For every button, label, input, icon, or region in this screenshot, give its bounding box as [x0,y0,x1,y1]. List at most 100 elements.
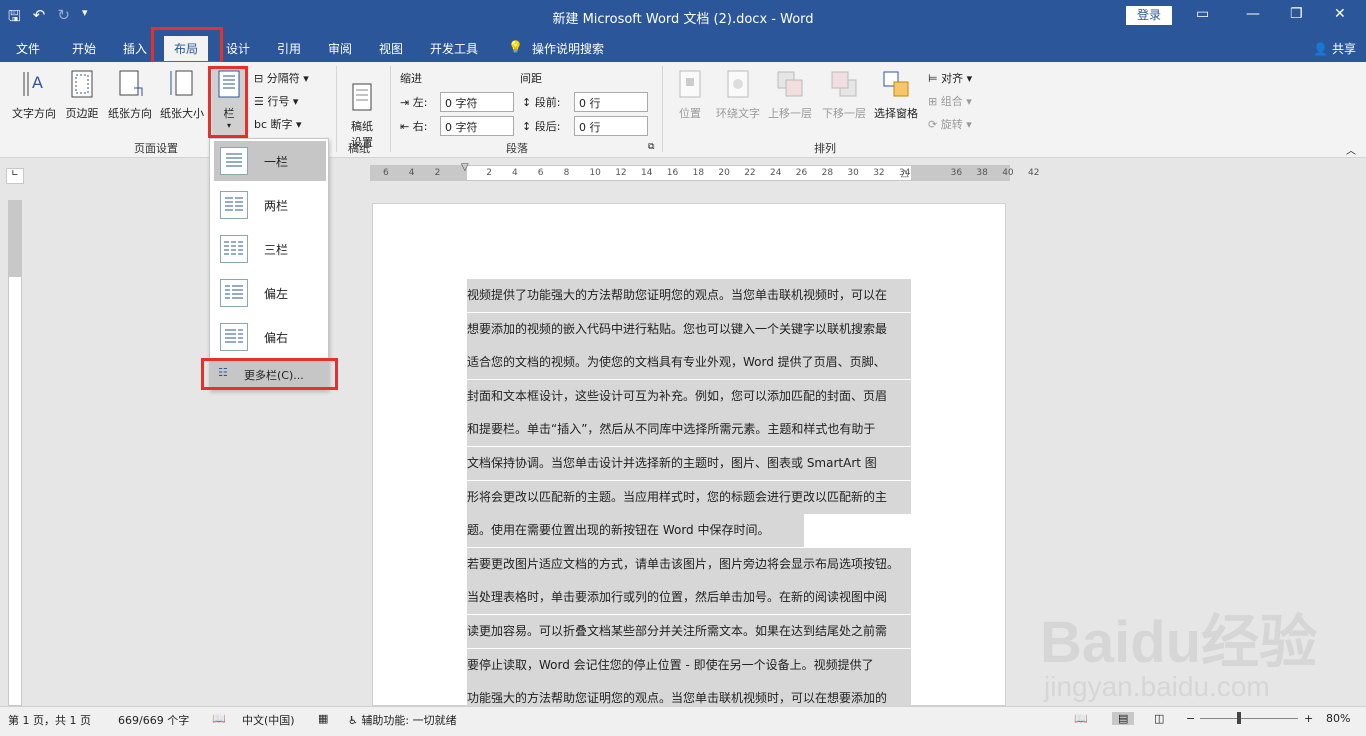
tab-developer[interactable]: 开发工具 [430,40,478,57]
tab-references[interactable]: 引用 [277,40,301,57]
restore-icon[interactable]: ❐ [1290,6,1303,22]
ruler-tick: 14 [641,168,653,178]
ruler-tick: 20 [718,168,730,178]
columns-option-right[interactable]: 偏右 [214,317,326,357]
print-layout-icon[interactable]: ▤ [1112,712,1135,725]
web-layout-icon[interactable]: ◫ [1154,712,1164,725]
zoom-in-icon[interactable]: + [1304,712,1313,725]
indent-right-input[interactable]: 0 字符 [440,116,514,136]
word-count[interactable]: 669/669 个字 [118,712,189,728]
page-count[interactable]: 第 1 页，共 1 页 [8,712,91,728]
columns-option-three[interactable]: 三栏 [214,229,326,269]
rotate-button[interactable]: ⟳ 旋转 ▾ [928,116,972,132]
macro-icon[interactable]: ▦ [318,712,328,725]
line-numbers-button[interactable]: ☰ 行号 ▾ [254,93,298,109]
ruler-tick: 32 [873,168,885,178]
ruler-tick: 26 [795,168,808,178]
lightbulb-icon: 💡 [508,40,523,54]
send-backward-label: 下移一层 [822,107,866,120]
before-text: 段前: [534,96,561,109]
tab-review[interactable]: 审阅 [328,40,352,57]
person-icon: 👤 [1313,42,1329,56]
hyphenation-button[interactable]: bc 断字 ▾ [254,116,302,132]
document-text-line[interactable]: 封面和文本框设计，这些设计可互为补充。例如，您可以添加匹配的封面、页眉 [467,379,911,413]
document-text-line[interactable]: 若要更改图片适应文档的方式，请单击该图片，图片旁边将会显示布局选项按钮。 [467,547,911,581]
align-button[interactable]: ⊨ 对齐 ▾ [928,70,972,86]
document-text-line[interactable]: 适合您的文档的视频。为使您的文档具有专业外观，Word 提供了页眉、页脚、 [467,346,911,380]
zoom-out-icon[interactable]: − [1186,712,1195,725]
tab-selector-icon[interactable]: ∟ [6,168,24,184]
tab-insert[interactable]: 插入 [123,40,147,57]
position-label: 位置 [679,107,701,120]
zoom-slider-thumb[interactable] [1237,712,1242,724]
dialog-launcher-icon[interactable]: ⧉ [648,142,654,152]
send-backward-button[interactable]: 下移一层 [818,68,870,121]
ribbon: A 文字方向 页边距 纸张方向 纸张大小 栏 ▾ ⊟ 分隔符 ▾ ☰ 行号 ▾ … [0,62,1366,158]
login-button[interactable]: 登录 [1126,6,1172,25]
document-text-line[interactable]: 想要添加的视频的嵌入代码中进行粘贴。您也可以键入一个关键字以联机搜索最 [467,312,911,346]
columns-option-two[interactable]: 两栏 [214,185,326,225]
group-draft: 稿纸 [348,142,370,155]
text-direction-button[interactable]: A 文字方向 [8,68,60,121]
size-button[interactable]: 纸张大小 [156,68,208,121]
orientation-button[interactable]: 纸张方向 [104,68,156,121]
indent-left-input[interactable]: 0 字符 [440,92,514,112]
right-column-icon [220,323,248,351]
close-icon[interactable]: ✕ [1334,6,1346,22]
language-indicator[interactable]: 中文(中国) [242,712,295,728]
tab-home[interactable]: 开始 [72,40,96,57]
first-line-indent-marker[interactable]: ▽ [461,162,469,173]
ribbon-display-options-icon[interactable]: ▭ [1196,6,1209,22]
watermark-brand: Baidu经验 [1040,610,1317,675]
ruler-tick: 36 [950,168,963,178]
group-objects-button[interactable]: ⊞ 组合 ▾ [928,93,972,109]
collapse-ribbon-icon[interactable]: ︿ [1346,142,1356,157]
document-text-line[interactable]: 题。使用在需要位置出现的新按钮在 Word 中保存时间。 [467,514,804,548]
document-text-line[interactable]: 读更加容易。可以折叠文档某些部分并关注所需文本。如果在达到结尾处之前需 [467,615,911,648]
margins-button[interactable]: 页边距 [62,68,102,121]
left-column-icon [220,279,248,307]
tell-me-search[interactable]: 操作说明搜索 [532,40,604,57]
hyphenation-label: 断字 [270,118,293,131]
tab-file[interactable]: 文件 [16,40,40,57]
selection-pane-button[interactable]: 选择窗格 [870,68,922,121]
document-text-line[interactable]: 要停止读取，Word 会记住您的停止位置 - 即使在另一个设备上。视频提供了 [467,648,911,682]
columns-option-label: 三栏 [264,243,289,257]
space-before-input[interactable]: 0 行 [574,92,648,112]
read-mode-icon[interactable]: 📖 [1074,712,1088,725]
breaks-button[interactable]: ⊟ 分隔符 ▾ [254,70,309,86]
orientation-label: 纸张方向 [108,107,152,120]
columns-option-one[interactable]: 一栏 [214,141,326,181]
ruler-tick: 12 [615,168,627,178]
columns-option-left[interactable]: 偏左 [214,273,326,313]
bring-forward-button[interactable]: 上移一层 [764,68,816,121]
one-column-icon [220,147,248,175]
align-label: 对齐 [941,72,964,85]
zoom-level[interactable]: 80% [1326,712,1350,725]
space-after-input[interactable]: 0 行 [574,116,648,136]
accessibility-status[interactable]: ♿ 辅助功能: 一切就绪 [348,712,457,728]
status-bar: 第 1 页，共 1 页 669/669 个字 📖 中文(中国) ▦ ♿ 辅助功能… [0,706,1366,736]
zoom-slider[interactable] [1200,718,1298,719]
document-text-line[interactable]: 和提要栏。单击“插入”，然后从不同库中选择所需元素。主题和样式也有助于 [467,413,911,447]
document-text-line[interactable]: 形将会更改以匹配新的主题。当应用样式时，您的标题会进行更改以匹配新的主 [467,480,911,514]
wrap-text-button[interactable]: 环绕文字 [712,68,764,121]
align-icon: ⊨ [928,72,938,85]
two-columns-icon [220,191,248,219]
document-text-line[interactable]: 视频提供了功能强大的方法帮助您证明您的观点。当您单击联机视频时，可以在 [467,279,911,312]
share-button[interactable]: 👤 共享 [1313,40,1356,57]
ruler-tick: 2 [486,168,492,178]
document-text-line[interactable]: 文档保持协调。当您单击设计并选择新的主题时，图片、图表或 SmartArt 图 [467,447,911,480]
selection-pane-label: 选择窗格 [874,107,918,120]
space-before-label: ↕ 段前: [522,94,560,110]
position-button[interactable]: 位置 [672,68,708,121]
line-numbers-icon: ☰ [254,95,264,108]
ruler-tick: 8 [563,168,570,178]
tab-design[interactable]: 设计 [226,40,250,57]
group-objects-icon: ⊞ [928,95,938,108]
document-text-line[interactable]: 当处理表格时，单击要添加行或列的位置，然后单击加号。在新的阅读视图中阅 [467,581,911,615]
tab-view[interactable]: 视图 [379,40,403,57]
space-before-icon: ↕ [522,96,532,109]
proofing-icon[interactable]: 📖 [212,712,226,725]
minimize-icon[interactable]: — [1246,6,1260,22]
